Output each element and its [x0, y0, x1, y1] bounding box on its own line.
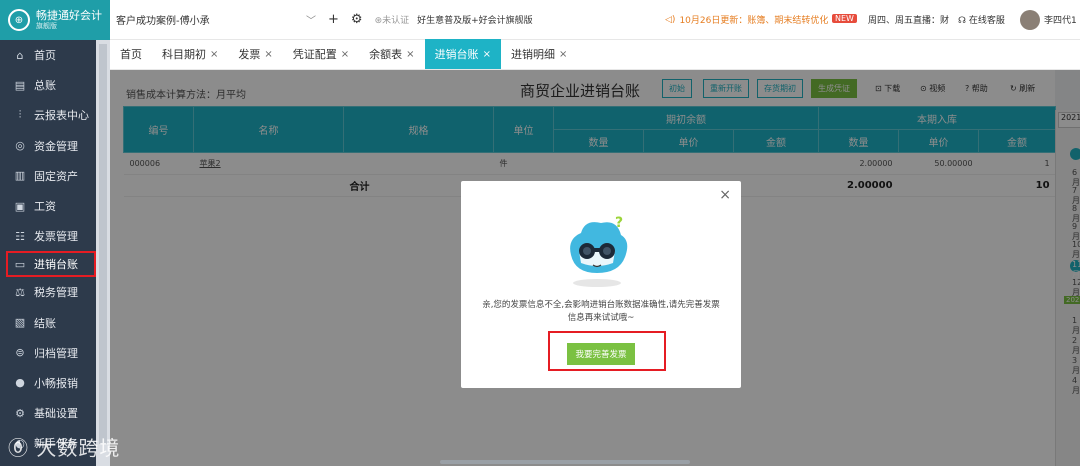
edition-promo[interactable]: 好生意普及版+好会计旗舰版	[417, 13, 533, 26]
sidebar-item-salary[interactable]: ▣ 工资	[0, 191, 110, 221]
complete-invoice-button[interactable]: 我要完善发票	[567, 343, 635, 365]
headset-icon: ☊	[958, 16, 966, 26]
speaker-icon: ◁)	[665, 14, 676, 25]
company-name: 客户成功案例-傅小承	[116, 16, 210, 27]
topbar: 客户成功案例-傅小承 ﹀ + ⚙ ⊛未认证 好生意普及版+好会计旗舰版 ◁) 10…	[110, 0, 1080, 40]
close-icon[interactable]: ×	[559, 49, 567, 60]
money-icon: ◎	[15, 139, 25, 153]
sidebar-item-label: 云报表中心	[34, 109, 89, 123]
sidebar-item-label: 工资	[34, 200, 56, 214]
sidebar-item-reports[interactable]: ⫶ 云报表中心	[0, 100, 110, 130]
sidebar-item-label: 结账	[34, 316, 56, 330]
tab-label: 余额表	[369, 48, 403, 61]
chart-icon: ⫶	[18, 108, 22, 122]
sidebar-nav: ⌂ 首页 ▤ 总账 ⫶ 云报表中心 ◎ 资金管理 ▥ 固定资产 ▣ 工资 ☷ 发票管理 ▭ 进销…	[0, 40, 110, 458]
plus-icon[interactable]: +	[328, 12, 339, 27]
sidebar-item-ledger[interactable]: ▤ 总账	[0, 70, 110, 100]
watermark: ⓪ 大数跨境	[8, 432, 120, 461]
sidebar-item-label: 发票管理	[34, 230, 78, 244]
service-label: 在线客服	[968, 16, 1005, 26]
dialog-message: 亲,您的发票信息不全,会影响进销台账数据准确性,请先完善发票信息再来试试哦~	[482, 300, 720, 323]
watermark-logo-icon: ⓪	[8, 436, 29, 460]
tab-invoice[interactable]: 发票 ×	[228, 39, 282, 69]
sidebar-item-label: 总账	[34, 79, 56, 93]
tab-label: 凭证配置	[292, 48, 337, 61]
sidebar-item-label: 进销台账	[34, 258, 78, 272]
sidebar-item-label: 固定资产	[34, 169, 78, 183]
tab-label: 首页	[120, 48, 142, 61]
brand-logo-icon: ⊕	[8, 9, 30, 31]
scrollbar-thumb[interactable]	[99, 44, 107, 444]
online-service[interactable]: ☊ 在线客服	[958, 13, 1005, 26]
sidebar-item-label: 小畅报销	[34, 376, 78, 390]
chevron-down-icon: ﹀	[306, 16, 316, 27]
close-icon[interactable]: ×	[210, 49, 218, 60]
home-icon: ⌂	[16, 48, 24, 62]
tab-label: 科目期初	[162, 48, 206, 61]
close-book-icon: ▧	[14, 316, 26, 330]
tax-icon: ⚖	[15, 285, 25, 299]
settings-icon: ⚙	[15, 406, 25, 420]
invoice-incomplete-dialog: × ? 亲,您的发票信息不全,会影响进销台账数据准确性,请先完善发票信息再来试试…	[461, 181, 741, 388]
sidebar-item-archive[interactable]: ⊜ 归档管理	[0, 338, 110, 368]
brand-name: 畅捷通好会计	[36, 8, 102, 22]
avatar	[1020, 9, 1040, 30]
svg-text:?: ?	[615, 215, 623, 231]
asset-icon: ▥	[14, 169, 26, 183]
user-name: 李四代1	[1044, 16, 1077, 26]
sidebar-item-reimburse[interactable]: ● 小畅报销	[0, 368, 110, 398]
sidebar-item-settings[interactable]: ⚙ 基础设置	[0, 398, 110, 428]
sidebar-item-label: 基础设置	[34, 407, 78, 421]
brand-sub: 旗舰版	[36, 21, 57, 30]
tab-opening-accounts[interactable]: 科目期初 ×	[152, 39, 228, 69]
mascot-illustration: ?	[570, 215, 628, 287]
tab-label: 进销台账	[434, 48, 479, 61]
sidebar-item-close-books[interactable]: ▧ 结账	[0, 308, 110, 338]
cert-label: 未认证	[382, 16, 410, 26]
tab-inventory-ledger[interactable]: 进销台账 ×	[424, 39, 501, 69]
tab-bar: 首页 科目期初 × 发票 × 凭证配置 × 余额表 × 进销台账 × 进销明细 ×	[110, 39, 1080, 70]
sidebar-item-invoices[interactable]: ☷ 发票管理	[0, 221, 110, 251]
close-icon[interactable]: ×	[264, 49, 272, 60]
ledger-icon: ▤	[14, 78, 26, 92]
brand[interactable]: ⊕ 畅捷通好会计 旗舰版	[0, 0, 110, 40]
sidebar-item-tax[interactable]: ⚖ 税务管理	[0, 277, 110, 307]
sidebar-item-assets[interactable]: ▥ 固定资产	[0, 161, 110, 191]
sidebar-item-label: 资金管理	[34, 139, 78, 153]
close-icon[interactable]: ×	[341, 49, 349, 60]
update-text: 10月26日更新：账簿、期末结转优化	[679, 16, 829, 26]
live-notice[interactable]: 周四、周五直播：财	[868, 13, 949, 26]
new-badge: NEW	[832, 14, 857, 23]
watermark-text: 大数跨境	[36, 436, 121, 460]
tab-label: 发票	[238, 48, 261, 61]
ledger-book-icon: ▭	[14, 257, 26, 271]
close-icon[interactable]: ×	[483, 49, 491, 60]
gear-icon[interactable]: ⚙	[351, 12, 363, 27]
horizontal-scrollbar[interactable]	[440, 460, 690, 464]
update-notice[interactable]: ◁) 10月26日更新：账簿、期末结转优化	[665, 13, 829, 27]
sidebar-scrollbar[interactable]	[96, 40, 110, 466]
reimburse-icon: ●	[15, 376, 25, 390]
sidebar-item-label: 首页	[34, 49, 56, 63]
user-menu[interactable]: 李四代1	[1020, 9, 1077, 30]
close-icon[interactable]: ×	[406, 49, 414, 60]
company-selector[interactable]: 客户成功案例-傅小承 ﹀	[116, 12, 316, 27]
salary-icon: ▣	[14, 199, 26, 213]
sidebar-item-inventory-ledger[interactable]: ▭ 进销台账	[6, 251, 96, 278]
sidebar-item-funds[interactable]: ◎ 资金管理	[0, 131, 110, 161]
sidebar-item-label: 归档管理	[34, 346, 78, 360]
tab-label: 进销明细	[510, 48, 555, 61]
cert-status[interactable]: ⊛未认证	[375, 13, 410, 26]
tab-inventory-detail[interactable]: 进销明细 ×	[501, 39, 577, 69]
close-icon[interactable]: ×	[719, 187, 731, 203]
tab-home[interactable]: 首页	[110, 39, 152, 69]
sidebar: ⊕ 畅捷通好会计 旗舰版 ⌂ 首页 ▤ 总账 ⫶ 云报表中心 ◎ 资金管理 ▥ 固定资产 …	[0, 0, 110, 466]
tab-voucher-config[interactable]: 凭证配置 ×	[283, 39, 359, 69]
tab-balance-sheet[interactable]: 余额表 ×	[359, 39, 424, 69]
archive-icon: ⊜	[15, 346, 25, 360]
invoice-icon: ☷	[15, 229, 25, 243]
sidebar-item-label: 税务管理	[34, 286, 78, 300]
sidebar-item-home[interactable]: ⌂ 首页	[0, 40, 110, 70]
